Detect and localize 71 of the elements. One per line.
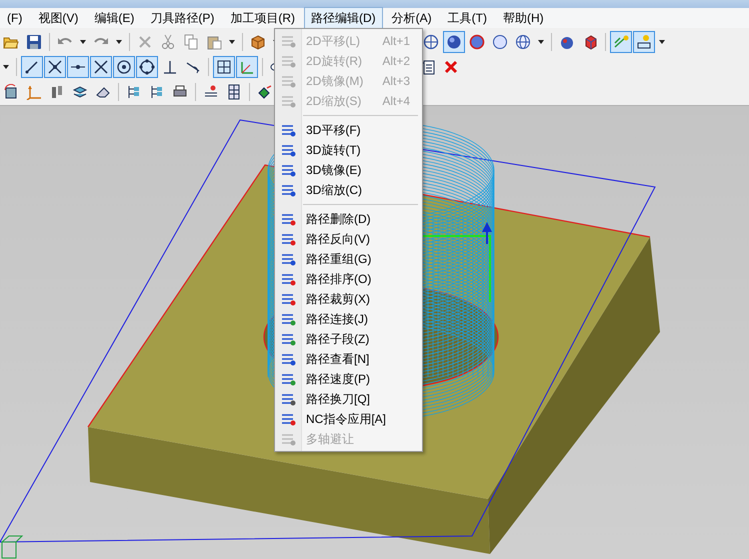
menu-item[interactable]: (F) (0, 8, 30, 28)
globe-icon (515, 34, 531, 50)
menu-item[interactable]: 编辑(E) (87, 6, 142, 30)
caret-icon[interactable] (80, 40, 86, 44)
paste-icon (206, 34, 222, 50)
sphere-button[interactable] (443, 31, 465, 53)
axis-triad-icon (2, 536, 24, 558)
intersection-icon (93, 59, 109, 75)
delete-icon (443, 59, 459, 75)
caret-icon[interactable] (229, 40, 235, 44)
menu-item[interactable]: 视图(V) (31, 6, 86, 30)
box-icon (250, 34, 266, 50)
menu-item[interactable]: 路径查看[N] (275, 349, 422, 369)
trim-button[interactable] (44, 56, 66, 78)
layers-icon (72, 84, 88, 100)
diamond-icon (257, 84, 273, 100)
caret-icon[interactable] (116, 40, 122, 44)
toolpath-icon (613, 34, 629, 50)
workpiece-icon (636, 34, 652, 50)
sphere-icon (423, 34, 439, 50)
perpendicular-icon (162, 59, 178, 75)
tree-icon (126, 84, 142, 100)
caret-icon[interactable] (538, 40, 544, 44)
menu-item[interactable]: 3D平移(F) (275, 120, 422, 140)
menu-item[interactable]: 路径速度(P) (275, 369, 422, 389)
axes-icon (239, 59, 255, 75)
circle-points-icon (139, 59, 155, 75)
sphere-icon (446, 34, 462, 50)
scissors-icon (160, 34, 176, 50)
point-line-button[interactable] (67, 56, 89, 78)
circle-center-button[interactable] (113, 56, 135, 78)
ball-icon (559, 34, 575, 50)
menu-item[interactable]: 工具(T) (440, 6, 494, 30)
intersection-button[interactable] (90, 56, 112, 78)
save-icon (26, 34, 42, 50)
menu-item[interactable]: 路径子段(Z) (275, 329, 422, 349)
menu-item[interactable]: 路径裁剪(X) (275, 289, 422, 309)
grid-button[interactable] (213, 56, 235, 78)
circle-center-icon (116, 59, 132, 75)
menu-item[interactable]: 帮助(H) (496, 6, 551, 30)
workpiece-button[interactable] (633, 31, 655, 53)
menu-item[interactable]: 路径重组(G) (275, 249, 422, 269)
menu-item[interactable]: 刀具路径(P) (143, 6, 222, 30)
grid-icon (216, 59, 232, 75)
menu-item[interactable]: 分析(A) (384, 6, 439, 30)
caret-icon[interactable] (3, 65, 9, 69)
menu-item[interactable]: 路径编辑(D) (304, 6, 383, 30)
caret-icon[interactable] (659, 40, 665, 44)
menu-item[interactable]: 路径排序(O) (275, 269, 422, 289)
menu-item[interactable]: 路径反向(V) (275, 229, 422, 249)
menu-item[interactable]: 3D旋转(T) (275, 140, 422, 160)
menu-item[interactable]: 3D缩放(C) (275, 180, 422, 200)
line-icon (24, 59, 40, 75)
tree-icon (149, 84, 165, 100)
menu-item[interactable]: 3D镜像(E) (275, 160, 422, 180)
menu-item[interactable]: 路径连接(J) (275, 309, 422, 329)
menu-item[interactable]: NC指令应用[A] (275, 409, 422, 429)
sphere-icon (469, 34, 485, 50)
menu-item[interactable]: 加工项目(R) (223, 6, 302, 30)
axis-arrows-icon (26, 84, 42, 100)
copy-icon (183, 34, 199, 50)
cross-icon (137, 34, 153, 50)
table-icon (226, 84, 242, 100)
line-button[interactable] (21, 56, 43, 78)
circle-icon (492, 34, 508, 50)
menu-item[interactable]: 路径换刀[Q] (275, 389, 422, 409)
rotate-box-icon (3, 84, 19, 100)
trim-icon (47, 59, 63, 75)
menu-item[interactable]: 路径删除(D) (275, 209, 422, 229)
tool-direction-arrow (482, 222, 492, 244)
circle-points-button[interactable] (136, 56, 158, 78)
